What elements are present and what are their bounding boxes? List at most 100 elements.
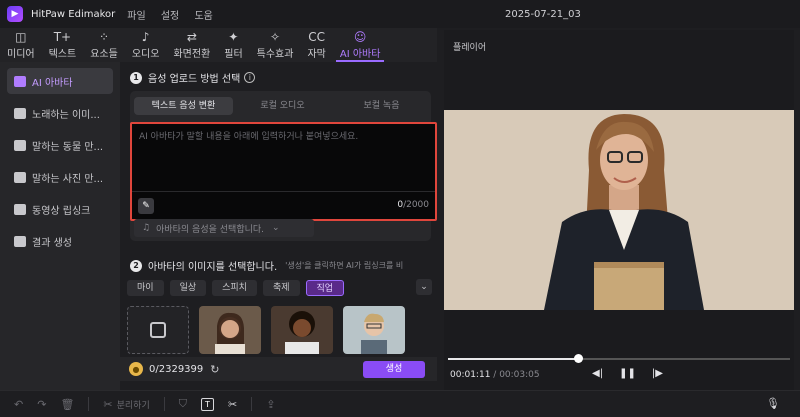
tab-label: 화면전환	[173, 48, 211, 60]
sidebar-item-label: 말하는 동물 만...	[32, 141, 104, 153]
photo-icon	[14, 171, 26, 183]
animal-icon	[14, 139, 26, 151]
ai-avatar-panel: 1 음성 업로드 방법 선택 i 텍스트 음성 변환 로컬 오디오 보컬 녹음 …	[120, 62, 437, 390]
playback-progress[interactable]	[448, 354, 790, 363]
video-frame-image	[444, 110, 794, 310]
text-icon: T+	[53, 29, 72, 44]
chevron-down-icon: ⌄	[272, 223, 280, 233]
subtitle-icon: CC	[308, 29, 326, 44]
tab-text-to-speech[interactable]: 텍스트 음성 변환	[134, 97, 233, 115]
ai-write-icon[interactable]: ✎	[138, 198, 154, 214]
sidebar-item-singing-image[interactable]: 노래하는 이미...	[7, 100, 113, 126]
tab-ai-avatar[interactable]: ☺ AI 아바타	[333, 28, 388, 62]
microphone-icon[interactable]: 🎙	[766, 397, 780, 410]
sidebar-item-video-lipsync[interactable]: 동영상 립싱크	[7, 196, 113, 222]
step2-header: 2 아바타의 이미지를 선택합니다. '생성'을 클릭하면 AI가 립싱크를 비	[130, 258, 403, 273]
info-icon[interactable]: i	[244, 72, 256, 83]
player-panel: 플레이어 00:01:11 / 00:03:05 ◀| ❚❚ |▶	[444, 30, 794, 390]
tab-label: 자막	[307, 48, 326, 60]
avatar-thumb-3-image	[343, 306, 405, 354]
generate-button[interactable]: 생성	[363, 361, 425, 378]
player-title: 플레이어	[453, 43, 487, 53]
shield-icon[interactable]: ⛉	[179, 397, 187, 411]
progress-fill	[448, 358, 578, 360]
sidebar-item-talking-animal[interactable]: 말하는 동물 만...	[7, 132, 113, 158]
transition-icon: ⇄	[186, 29, 197, 44]
playback-controls: ◀| ❚❚ |▶	[592, 368, 679, 379]
menu-settings[interactable]: 설정	[161, 11, 179, 22]
prev-frame-icon[interactable]: ◀|	[592, 368, 603, 379]
elements-icon: ⁘	[98, 29, 110, 44]
cut-tool-icon[interactable]: ✂	[228, 398, 237, 411]
voice-method-tabs: 텍스트 음성 변환 로컬 오디오 보컬 녹음	[130, 97, 431, 115]
tab-transition[interactable]: ⇄ 화면전환	[166, 28, 217, 62]
category-festival[interactable]: 축제	[262, 280, 300, 296]
voice-select-placeholder: 아바타의 음성을 선택합니다.	[156, 224, 265, 235]
speech-text-placeholder: AI 아바타가 말할 내용을 아래에 입력하거나 붙여넣으세요.	[139, 132, 359, 142]
redo-icon[interactable]: ↷	[37, 398, 46, 411]
category-daily[interactable]: 일상	[169, 280, 207, 296]
tab-label: AI 아바타	[339, 48, 381, 60]
tab-audio[interactable]: ♪ 오디오	[125, 28, 167, 62]
category-job[interactable]: 직업	[305, 280, 345, 296]
sidebar-item-label: 결과 생성	[32, 237, 72, 249]
avatar-thumb-2[interactable]	[271, 306, 333, 354]
sidebar: AI 아바타 노래하는 이미... 말하는 동물 만... 말하는 사진 만..…	[0, 62, 120, 390]
avatar-thumb-1[interactable]	[199, 306, 261, 354]
delete-icon[interactable]: 🗑	[60, 398, 74, 411]
voice-select-dropdown[interactable]: ♫ 아바타의 음성을 선택합니다. ⌄	[134, 219, 314, 237]
avatar-thumbnails	[127, 306, 415, 354]
pause-icon[interactable]: ❚❚	[619, 368, 636, 379]
timeline-toolbar: ↶ ↷ 🗑 ✂ 분리하기 ⛉ T ✂ ⇪ 🎙	[0, 390, 800, 417]
tab-subtitle[interactable]: CC 자막	[300, 28, 332, 62]
step-number: 2	[130, 259, 142, 272]
filter-icon: ✦	[228, 29, 239, 44]
tab-elements[interactable]: ⁘ 요소들	[83, 28, 125, 62]
textarea-footer: ✎ 0/2000	[132, 191, 435, 219]
upload-avatar-button[interactable]	[127, 306, 189, 354]
divider	[163, 397, 165, 411]
refresh-icon[interactable]: ↻	[210, 363, 219, 376]
divider	[88, 397, 90, 411]
tab-effects[interactable]: ✧ 특수효과	[250, 28, 301, 62]
audio-icon: ♪	[141, 29, 150, 44]
media-icon: ◫	[15, 29, 27, 44]
sidebar-item-label: 노래하는 이미...	[32, 109, 100, 121]
divider	[251, 397, 253, 411]
time-display: 00:01:11 / 00:03:05	[450, 370, 540, 380]
sidebar-item-label: 말하는 사진 만...	[32, 173, 104, 185]
tab-label: 요소들	[90, 48, 118, 60]
split-label[interactable]: 분리하기	[117, 398, 150, 411]
speech-text-input[interactable]: AI 아바타가 말할 내용을 아래에 입력하거나 붙여넣으세요. ✎ 0/200…	[130, 122, 437, 221]
scissors-icon[interactable]: ✂	[103, 398, 112, 411]
category-speech[interactable]: 스피치	[212, 280, 257, 296]
step1-header: 1 음성 업로드 방법 선택 i	[130, 70, 256, 85]
avatar-thumb-2-image	[271, 306, 333, 354]
tab-media[interactable]: ◫ 미디어	[0, 28, 42, 62]
tab-local-audio[interactable]: 로컬 오디오	[233, 97, 332, 115]
sidebar-item-ai-avatar[interactable]: AI 아바타	[7, 68, 113, 94]
sidebar-item-talking-photo[interactable]: 말하는 사진 만...	[7, 164, 113, 190]
export-icon[interactable]: ⇪	[266, 398, 275, 411]
avatar-thumb-3[interactable]	[343, 306, 405, 354]
avatar-category-tabs: 마이 일상 스피치 축제 직업	[127, 280, 350, 296]
main-toolbar: ◫ 미디어 T+ 텍스트 ⁘ 요소들 ♪ 오디오 ⇄ 화면전환 ✦ 필터 ✧ 특수효과 CC 자…	[0, 28, 437, 62]
category-mine[interactable]: 마이	[127, 280, 164, 296]
menu-file[interactable]: 파일	[127, 11, 145, 22]
tab-filter[interactable]: ✦ 필터	[217, 28, 249, 62]
sidebar-item-results[interactable]: 결과 생성	[7, 228, 113, 254]
sidebar-item-label: 동영상 립싱크	[32, 205, 91, 217]
user-icon	[14, 75, 26, 87]
text-tool-icon[interactable]: T	[201, 397, 214, 411]
progress-handle[interactable]	[573, 354, 583, 363]
next-frame-icon[interactable]: |▶	[652, 368, 663, 379]
menu-help[interactable]: 도움	[194, 11, 212, 22]
step2-note: '생성'을 클릭하면 AI가 립싱크를 비	[285, 261, 404, 270]
char-max: /2000	[403, 200, 429, 210]
chevron-down-icon[interactable]: ⌄	[416, 279, 432, 295]
credit-balance: 0/2329399	[149, 363, 204, 375]
video-preview[interactable]	[444, 110, 794, 310]
tab-text[interactable]: T+ 텍스트	[42, 28, 84, 62]
tab-vocal-recording[interactable]: 보컬 녹음	[332, 97, 431, 115]
undo-icon[interactable]: ↶	[14, 398, 23, 411]
